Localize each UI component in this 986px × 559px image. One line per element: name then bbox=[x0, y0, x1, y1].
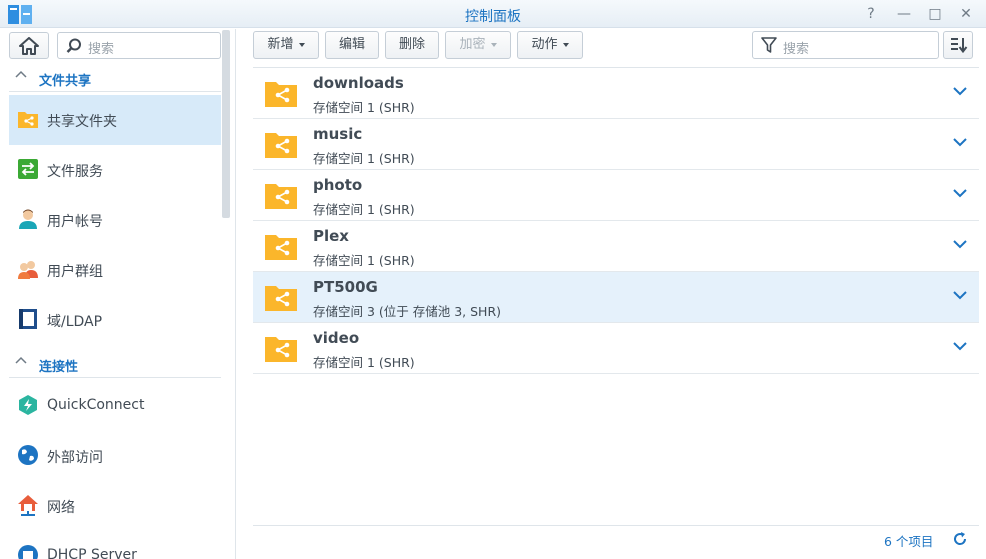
sidebar-item-quickconnect[interactable]: QuickConnect bbox=[9, 381, 221, 431]
folder-name: Plex bbox=[313, 227, 349, 245]
help-button[interactable]: ? bbox=[862, 5, 880, 23]
sidebar-item-label: 用户群组 bbox=[47, 264, 103, 280]
folder-row[interactable]: downloads 存储空间 1 (SHR) bbox=[253, 68, 979, 119]
sidebar: 搜索 文件共享 共享文件夹 文件服务 用户帐号 用户群组 域/LDAP 连接性 … bbox=[0, 29, 231, 559]
network-house-icon bbox=[18, 495, 38, 516]
title-bar: 控制面板 ? — □ ✕ bbox=[0, 0, 986, 28]
sort-button[interactable] bbox=[943, 31, 973, 59]
dropdown-caret-icon bbox=[562, 42, 569, 47]
folder-row[interactable]: photo 存储空间 1 (SHR) bbox=[253, 170, 979, 221]
maximize-button[interactable]: □ bbox=[926, 5, 944, 23]
folder-row[interactable]: Plex 存储空间 1 (SHR) bbox=[253, 221, 979, 272]
footer-divider bbox=[253, 525, 979, 526]
sidebar-item-user-groups[interactable]: 用户群组 bbox=[9, 245, 221, 295]
folder-volume: 存储空间 1 (SHR) bbox=[313, 253, 415, 268]
chevron-up-icon bbox=[15, 356, 27, 364]
action-label: 动作 bbox=[531, 37, 558, 52]
filter-search-placeholder: 搜索 bbox=[783, 42, 810, 57]
sidebar-scrollbar[interactable] bbox=[222, 30, 230, 218]
section-file-sharing[interactable]: 文件共享 bbox=[9, 62, 221, 92]
sidebar-item-label: DHCP Server bbox=[47, 547, 137, 559]
encrypt-label: 加密 bbox=[459, 37, 486, 52]
folder-volume: 存储空间 3 (位于 存储池 3, SHR) bbox=[313, 304, 502, 319]
sidebar-item-network[interactable]: 网络 bbox=[9, 481, 221, 531]
chevron-up-icon bbox=[15, 70, 27, 78]
sidebar-item-dhcp-server[interactable]: DHCP Server bbox=[9, 531, 221, 559]
chevron-down-icon[interactable] bbox=[953, 87, 967, 96]
delete-label: 删除 bbox=[398, 37, 425, 52]
sidebar-item-external-access[interactable]: 外部访问 bbox=[9, 431, 221, 481]
globe-icon bbox=[18, 445, 38, 465]
edit-label: 编辑 bbox=[338, 37, 365, 52]
sidebar-item-user-accounts[interactable]: 用户帐号 bbox=[9, 195, 221, 245]
item-count: 6 个项目 bbox=[884, 534, 934, 549]
file-services-icon bbox=[18, 159, 38, 179]
chevron-down-icon[interactable] bbox=[953, 138, 967, 147]
sort-icon bbox=[951, 38, 968, 53]
minimize-button[interactable]: — bbox=[895, 5, 913, 23]
window-title: 控制面板 bbox=[465, 9, 521, 25]
sidebar-search-input[interactable]: 搜索 bbox=[57, 32, 221, 59]
edit-button[interactable]: 编辑 bbox=[325, 31, 379, 59]
delete-button[interactable]: 删除 bbox=[385, 31, 439, 59]
action-button[interactable]: 动作 bbox=[517, 31, 583, 59]
folder-volume: 存储空间 1 (SHR) bbox=[313, 100, 415, 115]
encrypt-button[interactable]: 加密 bbox=[445, 31, 511, 59]
shared-folder-icon bbox=[265, 286, 297, 311]
sidebar-item-file-services[interactable]: 文件服务 bbox=[9, 145, 221, 195]
folder-volume: 存储空间 1 (SHR) bbox=[313, 355, 415, 370]
create-label: 新增 bbox=[267, 37, 294, 52]
folder-row[interactable]: music 存储空间 1 (SHR) bbox=[253, 119, 979, 170]
folder-row[interactable]: video 存储空间 1 (SHR) bbox=[253, 323, 979, 374]
create-button[interactable]: 新增 bbox=[253, 31, 319, 59]
chevron-down-icon[interactable] bbox=[953, 240, 967, 249]
sidebar-item-label: 域/LDAP bbox=[47, 314, 103, 330]
sidebar-item-label: 文件服务 bbox=[47, 164, 103, 180]
shared-folder-icon bbox=[265, 235, 297, 260]
close-button[interactable]: ✕ bbox=[957, 5, 975, 23]
section-label: 连接性 bbox=[39, 360, 79, 375]
sidebar-search-placeholder: 搜索 bbox=[88, 42, 115, 57]
filter-search-input[interactable]: 搜索 bbox=[752, 31, 939, 59]
dhcp-server-icon bbox=[18, 545, 38, 559]
shared-folder-icon bbox=[18, 112, 38, 128]
shared-folder-icon bbox=[265, 82, 297, 107]
domain-ldap-icon bbox=[19, 309, 37, 329]
group-icon bbox=[18, 261, 38, 279]
chevron-down-icon[interactable] bbox=[953, 189, 967, 198]
quickconnect-icon bbox=[19, 395, 37, 415]
dropdown-caret-icon bbox=[298, 42, 305, 47]
sidebar-item-domain-ldap[interactable]: 域/LDAP bbox=[9, 295, 221, 345]
pane-divider bbox=[235, 29, 236, 559]
refresh-icon[interactable] bbox=[952, 531, 968, 547]
search-icon bbox=[66, 38, 81, 53]
shared-folder-icon bbox=[265, 133, 297, 158]
sidebar-item-label: 用户帐号 bbox=[47, 214, 103, 230]
home-button[interactable] bbox=[9, 32, 49, 59]
folder-name: video bbox=[313, 329, 360, 347]
sidebar-item-label: 外部访问 bbox=[47, 450, 103, 466]
folder-row-selected[interactable]: PT500G 存储空间 3 (位于 存储池 3, SHR) bbox=[253, 272, 979, 323]
folder-name: PT500G bbox=[313, 278, 378, 296]
sidebar-item-shared-folder[interactable]: 共享文件夹 bbox=[9, 95, 221, 145]
sidebar-item-label: 共享文件夹 bbox=[47, 114, 117, 130]
section-connectivity[interactable]: 连接性 bbox=[9, 348, 221, 378]
user-icon bbox=[19, 209, 37, 229]
shared-folder-icon bbox=[265, 337, 297, 362]
shared-folder-icon bbox=[265, 184, 297, 209]
sidebar-item-label: QuickConnect bbox=[47, 397, 145, 413]
chevron-down-icon[interactable] bbox=[953, 291, 967, 300]
home-icon bbox=[19, 37, 39, 55]
folder-name: music bbox=[313, 125, 363, 143]
folder-name: downloads bbox=[313, 74, 404, 92]
filter-icon bbox=[761, 37, 777, 53]
folder-name: photo bbox=[313, 176, 363, 194]
sidebar-item-label: 网络 bbox=[47, 500, 75, 516]
dropdown-caret-icon bbox=[490, 42, 497, 47]
folder-volume: 存储空间 1 (SHR) bbox=[313, 151, 415, 166]
section-label: 文件共享 bbox=[39, 74, 92, 89]
chevron-down-icon[interactable] bbox=[953, 342, 967, 351]
folder-volume: 存储空间 1 (SHR) bbox=[313, 202, 415, 217]
